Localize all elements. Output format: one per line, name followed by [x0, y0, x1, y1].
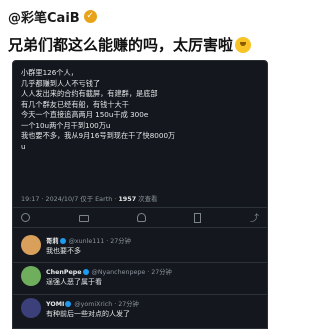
laughing-emoji-icon [235, 37, 252, 53]
quoted-post-text: 小群里126个人， 几乎都赚到人人不亏钱了 人人发出来的合约有截屏，有建群，是底… [21, 68, 261, 152]
page: @彩笔CaiB ✓ 兄弟们都这么能赚的吗，太厉害啦 小群里126个人， 几乎都赚… [0, 0, 280, 329]
reply-text: 我也要不多 [46, 247, 81, 255]
reply-handle-time: @Nyanchenpepe · 27分钟 [91, 269, 172, 276]
view-label: 次查看 [136, 195, 158, 203]
reply-header: YOMI @yomiXrich · 27分钟 [46, 299, 139, 308]
post-line: 我也要不多，我从9月16号到现在干了快8000万 [21, 131, 176, 140]
post-caption: 兄弟们都这么能赚的吗，太厉害啦 [8, 34, 252, 55]
divider [13, 227, 267, 228]
retweet-icon[interactable] [78, 213, 89, 222]
reply-text: 有种前后一些对点的人发了 [46, 310, 130, 318]
post-line: u [21, 141, 26, 151]
reply-text: 逞强人恶了属于看 [46, 278, 102, 286]
reply-handle-time: @yomiXrich · 27分钟 [74, 301, 139, 308]
post-timestamp: 19:17 · 2024/10/7 仅于 Earth · [21, 195, 119, 203]
divider [13, 207, 267, 208]
view-count: 1957 [118, 195, 137, 203]
post-line: 有几个群友已经有船，有钱十大干 [21, 99, 129, 109]
post-header: @彩笔CaiB ✓ [8, 6, 97, 26]
reply-handle-time: @xunle111 · 27分钟 [68, 238, 131, 245]
post-line: 几乎都赚到人人不亏钱了 [21, 78, 101, 88]
caption-text: 兄弟们都这么能赚的吗，太厉害啦 [8, 36, 234, 54]
embedded-screenshot[interactable]: 小群里126个人， 几乎都赚到人人不亏钱了 人人发出来的合约有截屏，有建群，是底… [12, 60, 268, 329]
post-line: 小群里126个人， [21, 68, 78, 77]
verified-icon [59, 238, 66, 244]
verified-icon [65, 301, 72, 307]
verified-badge-icon: ✓ [83, 9, 97, 23]
post-line: 今天一个直接追高两月 150u干成 300e [21, 110, 149, 119]
reply-header: ChenPepe @Nyanchenpepe · 27分钟 [46, 267, 172, 276]
post-meta: 19:17 · 2024/10/7 仅于 Earth · 1957 次查看 [21, 194, 157, 203]
avatar[interactable] [21, 298, 41, 318]
post-line: 一个10u两个月干到100万u [21, 120, 111, 130]
like-icon[interactable] [136, 213, 146, 222]
verified-icon [82, 269, 89, 275]
reply-header: 哥莉 @xunle111 · 27分钟 [46, 236, 131, 245]
divider [13, 294, 267, 295]
divider [13, 262, 267, 263]
reply-icon[interactable] [21, 213, 30, 222]
post-line: 人人发出来的合约有截屏，有建群，是底部 [21, 89, 158, 98]
reply-author-name[interactable]: ChenPepe [46, 269, 82, 276]
avatar[interactable] [21, 266, 41, 286]
bookmark-icon[interactable] [194, 213, 202, 223]
reply-author-name[interactable]: 哥莉 [46, 238, 59, 245]
author-handle[interactable]: @彩笔CaiB [8, 7, 80, 26]
avatar[interactable] [21, 235, 41, 255]
share-icon[interactable] [250, 211, 259, 224]
post-actions [21, 211, 259, 224]
reply-author-name[interactable]: YOMI [46, 301, 64, 308]
